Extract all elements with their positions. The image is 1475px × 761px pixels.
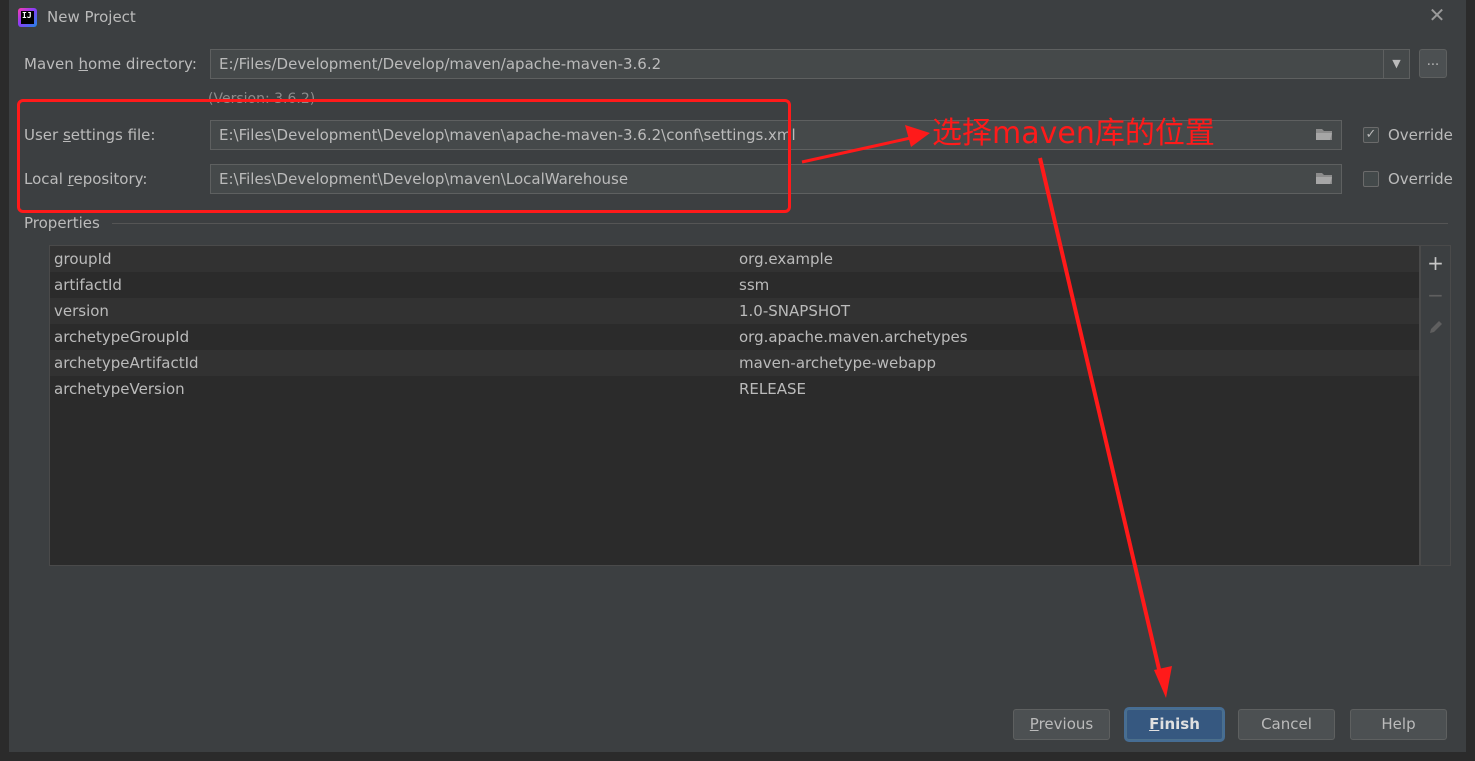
annotation-highlight-box [17,99,791,213]
properties-toolbar: + − [1420,245,1451,566]
folder-icon[interactable] [1315,127,1333,145]
table-row[interactable]: archetypeVersion RELEASE [50,376,1419,402]
property-key: version [54,302,109,320]
previous-button[interactable]: Previous [1013,709,1110,740]
property-value[interactable]: org.apache.maven.archetypes [739,328,968,346]
properties-title: Properties [24,214,100,232]
plus-icon[interactable]: + [1421,250,1450,276]
minus-icon[interactable]: − [1421,282,1450,308]
table-row[interactable]: archetypeArtifactId maven-archetype-weba… [50,350,1419,376]
help-button[interactable]: Help [1350,709,1447,740]
window-left-edge [0,0,9,761]
local-repository-override-checkbox[interactable] [1363,171,1379,187]
property-value[interactable]: org.example [739,250,833,268]
property-key: artifactId [54,276,122,294]
property-key: groupId [54,250,112,268]
property-value[interactable]: RELEASE [739,380,806,398]
table-row[interactable]: groupId org.example [50,246,1419,272]
browse-maven-home-button[interactable]: ... [1419,49,1447,78]
table-row[interactable]: version 1.0-SNAPSHOT [50,298,1419,324]
annotation-text: 选择maven库的位置 [932,116,1215,151]
local-repository-override-label: Override [1388,170,1453,188]
window-bottom-edge [0,752,1475,761]
finish-button[interactable]: Finish [1126,709,1223,740]
property-value[interactable]: maven-archetype-webapp [739,354,936,372]
property-key: archetypeGroupId [54,328,190,346]
property-value[interactable]: ssm [739,276,769,294]
folder-icon[interactable] [1315,171,1333,189]
annotation-arrowhead [1154,666,1172,698]
window-title: New Project [47,8,136,26]
user-settings-override-label: Override [1388,126,1453,144]
properties-table[interactable]: groupId org.example artifactId ssm versi… [49,245,1420,566]
close-icon[interactable]: ✕ [1426,4,1448,26]
maven-home-combo[interactable]: E:/Files/Development/Develop/maven/apach… [210,49,1384,79]
table-row[interactable]: artifactId ssm [50,272,1419,298]
property-key: archetypeVersion [54,380,185,398]
property-value[interactable]: 1.0-SNAPSHOT [739,302,850,320]
user-settings-override-checkbox[interactable]: ✓ [1363,127,1379,143]
intellij-app-icon: IJ [18,8,37,27]
maven-home-label: Maven home directory: [24,55,197,73]
properties-separator [112,223,1448,224]
edit-icon[interactable] [1421,314,1450,340]
cancel-button[interactable]: Cancel [1238,709,1335,740]
chevron-down-icon[interactable]: ▼ [1383,49,1410,79]
property-key: archetypeArtifactId [54,354,199,372]
table-row[interactable]: archetypeGroupId org.apache.maven.archet… [50,324,1419,350]
window-right-edge [1466,0,1475,761]
